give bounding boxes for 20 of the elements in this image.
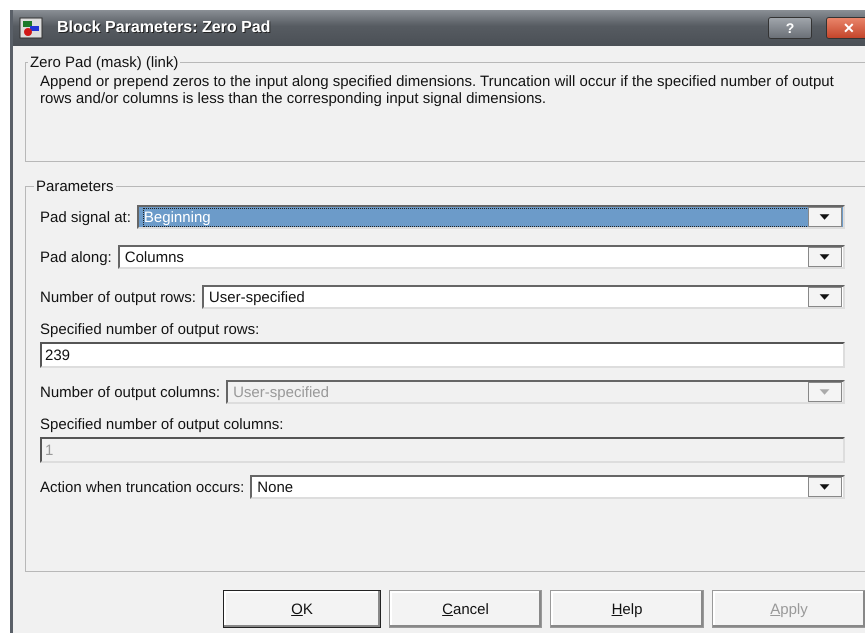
field-label: Action when truncation occurs: xyxy=(40,478,244,496)
field-label: Number of output rows: xyxy=(40,288,196,306)
field-label: Specified number of output rows: xyxy=(40,321,260,338)
group-title: Zero Pad (mask) (link) xyxy=(29,54,180,71)
field-label: Specified number of output columns: xyxy=(40,416,284,433)
dialog-button[interactable]: Help xyxy=(550,590,704,628)
block-diagram-icon xyxy=(19,17,43,39)
dropdown[interactable]: Columns xyxy=(118,245,845,269)
dropdown[interactable]: User-specified xyxy=(202,285,845,309)
description-text: Append or prepend zeros to the input along specified dimensions. Truncation will occur if the specified number of output rows and/or columns is less than the corresponding input signal dimensions. xyxy=(40,73,835,107)
field-label: Pad signal at: xyxy=(40,208,131,226)
window-title: Block Parameters: Zero Pad xyxy=(57,19,272,37)
group-title: Parameters xyxy=(35,178,115,195)
dialog-button[interactable]: Cancel xyxy=(389,590,542,628)
input-field[interactable]: 239 xyxy=(40,342,845,368)
field-label: Number of output columns: xyxy=(40,384,220,400)
close-button[interactable]: ✕ xyxy=(826,17,865,39)
dropdown[interactable]: None xyxy=(250,475,845,499)
dialog-button[interactable]: OK xyxy=(223,590,381,628)
field-label: Pad along: xyxy=(40,248,112,266)
